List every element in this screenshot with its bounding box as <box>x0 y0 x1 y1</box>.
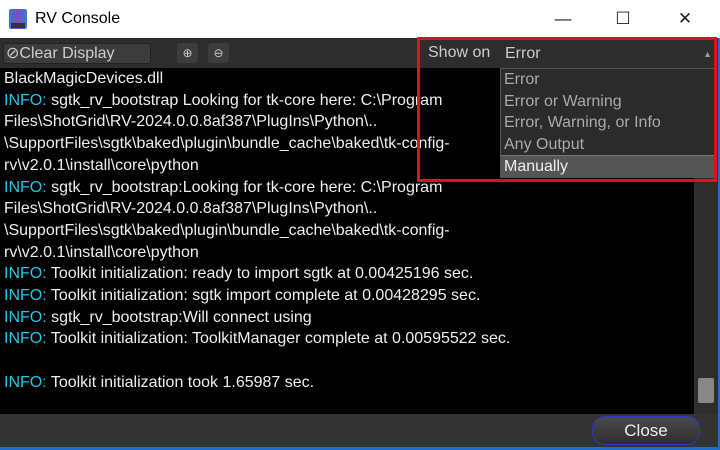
dropdown-option[interactable]: Manually <box>501 155 715 177</box>
rv-app-icon <box>9 9 27 29</box>
info-prefix: INFO: <box>4 265 47 283</box>
console-line: rv\v2.0.1\install\core\python <box>4 242 690 264</box>
window-title: RV Console <box>35 10 121 27</box>
console-text: sgtk_rv_bootstrap:Will connect using <box>46 308 312 326</box>
show-on-dropdown-list: Error Error or Warning Error, Warning, or … <box>500 68 716 178</box>
show-on-label: Show on <box>428 44 491 61</box>
zoom-out-icon[interactable]: ⊖ <box>208 43 229 63</box>
title-bar: RV Console — ☐ ✕ <box>0 0 720 38</box>
console-text: Toolkit initialization took 1.65987 sec. <box>46 373 315 391</box>
minimize-button[interactable]: — <box>548 6 578 32</box>
info-prefix: INFO: <box>4 373 47 391</box>
close-window-button[interactable]: ✕ <box>670 6 700 32</box>
console-text: Files\ShotGrid\RV-2024.0.0.8af387\PlugIn… <box>4 200 378 218</box>
console-line: INFO: Toolkit initialization: ToolkitMan… <box>4 328 690 350</box>
dropdown-option[interactable]: Error <box>501 69 715 91</box>
console-text: Toolkit initialization: ToolkitManager c… <box>46 330 511 348</box>
console-text: rv\v2.0.1\install\core\python <box>4 243 199 261</box>
dropdown-option[interactable]: Error or Warning <box>501 91 715 113</box>
clear-display-button[interactable]: ⊘Clear Display <box>3 43 151 64</box>
info-prefix: INFO: <box>4 91 47 109</box>
console-line: Files\ShotGrid\RV-2024.0.0.8af387\PlugIn… <box>4 198 690 220</box>
show-on-select[interactable]: Error▲▼ <box>500 41 716 85</box>
console-text: \SupportFiles\sgtk\baked\plugin\bundle_c… <box>4 135 450 153</box>
toolbar: ⊘Clear Display ⊕ ⊖ Show on Error▲▼ <box>0 38 718 85</box>
maximize-button[interactable]: ☐ <box>608 6 638 32</box>
info-prefix: INFO: <box>4 287 47 305</box>
dropdown-option[interactable]: Any Output <box>501 134 715 156</box>
scrollbar-thumb[interactable] <box>698 378 714 403</box>
console-line: \SupportFiles\sgtk\baked\plugin\bundle_c… <box>4 220 690 242</box>
close-button[interactable]: Close <box>592 416 700 445</box>
console-text: Files\ShotGrid\RV-2024.0.0.8af387\PlugIn… <box>4 113 378 131</box>
console-text: rv\v2.0.1\install\core\python <box>4 156 199 174</box>
console-line: INFO: Toolkit initialization: sgtk impor… <box>4 285 690 307</box>
dropdown-option[interactable]: Error, Warning, or Info <box>501 112 715 134</box>
info-prefix: INFO: <box>4 308 47 326</box>
console-text: Toolkit initialization: ready to import … <box>46 265 474 283</box>
zoom-in-icon[interactable]: ⊕ <box>177 43 198 63</box>
console-text: sgtk_rv_bootstrap Looking for tk-core he… <box>46 91 443 109</box>
console-line: INFO: sgtk_rv_bootstrap:Looking for tk-c… <box>4 177 690 199</box>
show-on-value: Error <box>505 45 541 62</box>
console-text: Toolkit initialization: sgtk import comp… <box>46 287 481 305</box>
footer-bar: Close <box>0 414 718 447</box>
console-text: \SupportFiles\sgtk\baked\plugin\bundle_c… <box>4 221 450 239</box>
console-text: sgtk_rv_bootstrap:Looking for tk-core he… <box>46 178 443 196</box>
console-text: BlackMagicDevices.dll <box>4 70 164 87</box>
clear-icon: ⊘ <box>6 45 20 62</box>
console-line <box>4 350 690 372</box>
info-prefix: INFO: <box>4 178 47 196</box>
console-line: INFO: sgtk_rv_bootstrap:Will connect usi… <box>4 307 690 329</box>
clear-display-label: Clear Display <box>19 45 115 62</box>
console-line: INFO: Toolkit initialization took 1.6598… <box>4 372 690 394</box>
console-line: INFO: Toolkit initialization: ready to i… <box>4 263 690 285</box>
info-prefix: INFO: <box>4 330 47 348</box>
